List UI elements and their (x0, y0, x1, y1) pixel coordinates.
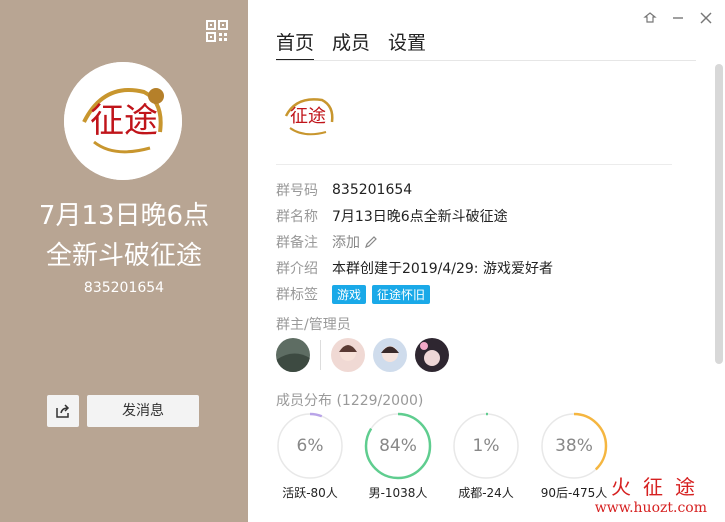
tag-game[interactable]: 游戏 (332, 284, 367, 304)
owner-avatar[interactable] (276, 338, 310, 372)
tab-home[interactable]: 首页 (276, 28, 315, 61)
info-row-group-number: 群号码 835201654 (276, 177, 553, 203)
stat-value: 6% (296, 436, 324, 456)
section-divider (276, 164, 672, 165)
group-title-line2: 全新斗破征途 (45, 241, 202, 271)
info-row-intro: 群介绍 本群创建于2019/4/29: 游戏爱好者 (276, 255, 553, 281)
stat-male[interactable]: 84% 男-1038人 (364, 412, 432, 501)
stat-value: 38% (555, 436, 593, 456)
group-avatar[interactable]: 征途 (64, 62, 182, 180)
stat-caption: 活跃-80人 (282, 486, 338, 500)
minimize-icon[interactable] (671, 10, 685, 24)
tab-settings[interactable]: 设置 (388, 28, 426, 61)
info-row-remark: 群备注 添加 (276, 229, 553, 255)
share-icon (56, 404, 70, 418)
tags-label: 群标签 (276, 287, 318, 303)
add-remark-button[interactable]: 添加 (332, 232, 378, 252)
stat-region[interactable]: 1% 成都-24人 (452, 412, 520, 501)
intro-label: 群介绍 (276, 261, 318, 277)
watermark-url: www.huozt.com (594, 500, 707, 516)
stat-caption: 成都-24人 (458, 486, 514, 500)
logo-text: 征途 (290, 106, 326, 127)
tab-bar: 首页 成员 设置 (276, 28, 426, 61)
member-distribution: 6% 活跃-80人 84% 男-1038人 1% 成都-24人 38% 90后-… (276, 412, 608, 501)
tab-divider (276, 60, 696, 61)
group-name-value: 7月13日晚6点全新斗破征途 (332, 209, 508, 225)
window-controls (643, 10, 713, 24)
edit-icon (365, 236, 377, 248)
admin-list (276, 338, 449, 372)
stat-value: 84% (379, 436, 417, 456)
group-profile-panel: 征途 7月13日晚6点 全新斗破征途 835201654 发消息 (0, 0, 248, 522)
admins-label: 群主/管理员 (276, 317, 351, 333)
stat-value: 1% (472, 436, 500, 456)
group-logo-image: 征途 (278, 88, 340, 142)
info-row-tags: 群标签 游戏 征途怀旧 (276, 281, 553, 307)
qr-code-icon[interactable] (206, 20, 228, 42)
send-message-button[interactable]: 发消息 (87, 395, 199, 427)
watermark: 火征途 www.huozt.com (595, 471, 707, 516)
member-distribution-label: 成员分布 (1229/2000) (276, 393, 424, 409)
group-detail-panel: 首页 成员 设置 征途 群号码 835201654 群名称 7月13日晚6点全新… (248, 0, 725, 522)
stat-active[interactable]: 6% 活跃-80人 (276, 412, 344, 501)
pin-icon[interactable] (643, 10, 657, 24)
scrollbar[interactable] (715, 64, 723, 364)
avatar-logo-text: 征途 (90, 101, 158, 141)
tag-zhengtu[interactable]: 征途怀旧 (372, 284, 431, 304)
tab-members[interactable]: 成员 (332, 28, 370, 61)
admin-avatar[interactable] (373, 338, 407, 372)
admin-avatar[interactable] (331, 338, 365, 372)
group-name-label: 群名称 (276, 209, 318, 225)
group-title: 7月13日晚6点 全新斗破征途 (0, 196, 248, 276)
group-title-line1: 7月13日晚6点 (38, 201, 210, 231)
info-row-group-name: 群名称 7月13日晚6点全新斗破征途 (276, 203, 553, 229)
intro-value: 本群创建于2019/4/29: 游戏爱好者 (332, 261, 553, 277)
share-button[interactable] (47, 395, 79, 427)
group-id: 835201654 (83, 280, 165, 296)
close-icon[interactable] (699, 10, 713, 24)
add-remark-label: 添加 (332, 235, 360, 251)
admin-separator (320, 340, 321, 370)
remark-label: 群备注 (276, 235, 318, 251)
stat-caption: 男-1038人 (368, 486, 428, 500)
group-number-label: 群号码 (276, 183, 318, 199)
group-info: 群号码 835201654 群名称 7月13日晚6点全新斗破征途 群备注 添加 … (276, 177, 553, 307)
watermark-title: 火征途 (611, 475, 707, 499)
admin-avatar[interactable] (415, 338, 449, 372)
group-number-value: 835201654 (332, 182, 413, 198)
